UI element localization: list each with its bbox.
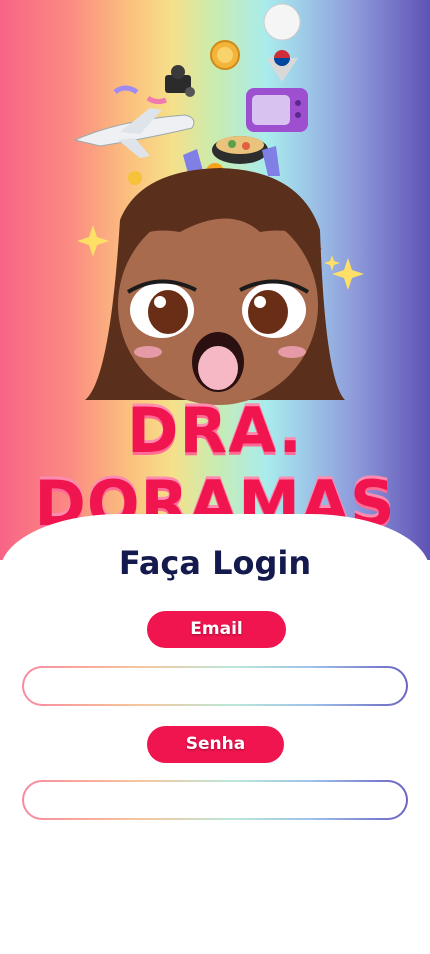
email-field-wrapper <box>22 666 408 706</box>
tv-icon <box>246 88 308 132</box>
password-label: Senha <box>147 726 284 763</box>
password-field-wrapper <box>22 780 408 820</box>
page-title: Faça Login <box>118 544 312 582</box>
character-avatar <box>85 168 345 405</box>
food-bowl-icon <box>212 136 268 164</box>
hero-banner: DRA. DORAMAS <box>0 0 430 560</box>
password-field[interactable] <box>24 782 406 818</box>
airplane-icon <box>73 108 195 158</box>
camera-icon <box>165 65 195 97</box>
coin-icon <box>210 40 240 70</box>
korea-pin-icon <box>263 3 301 82</box>
email-field[interactable] <box>24 668 406 704</box>
email-label: Email <box>147 611 286 648</box>
